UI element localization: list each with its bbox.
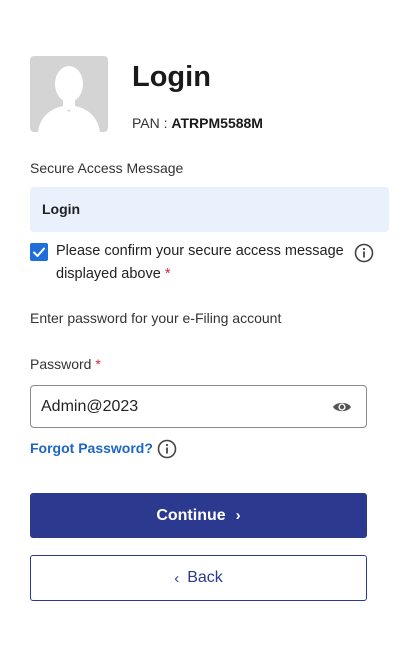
pan-label: PAN :	[132, 115, 172, 131]
avatar	[30, 56, 108, 132]
confirm-checkbox[interactable]	[30, 243, 48, 261]
back-label: Back	[187, 569, 223, 586]
secure-access-label: Secure Access Message	[30, 160, 184, 176]
password-label-text: Password	[30, 356, 92, 372]
user-silhouette-icon	[38, 66, 100, 132]
chevron-right-icon: ›	[235, 507, 241, 524]
password-field[interactable]	[30, 385, 367, 428]
password-instruction: Enter password for your e-Filing account	[30, 310, 282, 326]
confirm-label: Please confirm your secure access messag…	[56, 240, 346, 286]
secure-access-message-box: Login	[30, 187, 389, 232]
page-title: Login	[132, 61, 211, 93]
eye-icon[interactable]	[332, 398, 352, 416]
required-mark: *	[164, 266, 171, 282]
forgot-password-link[interactable]: Forgot Password?	[30, 439, 153, 457]
info-circle-icon[interactable]	[354, 243, 374, 263]
info-circle-icon[interactable]	[157, 439, 177, 459]
password-input[interactable]	[41, 395, 321, 419]
confirm-text: Please confirm your secure access messag…	[56, 243, 344, 282]
continue-button[interactable]: Continue ›	[30, 493, 367, 538]
check-icon	[33, 247, 45, 257]
back-button[interactable]: ‹ Back	[30, 555, 367, 601]
chevron-left-icon: ‹	[174, 569, 180, 587]
pan-value: ATRPM5588M	[171, 115, 263, 131]
pan-info: PAN : ATRPM5588M	[132, 114, 263, 132]
secure-access-message: Login	[42, 201, 81, 217]
password-label: Password *	[30, 355, 101, 373]
continue-label: Continue	[156, 506, 226, 524]
required-mark: *	[95, 356, 101, 372]
